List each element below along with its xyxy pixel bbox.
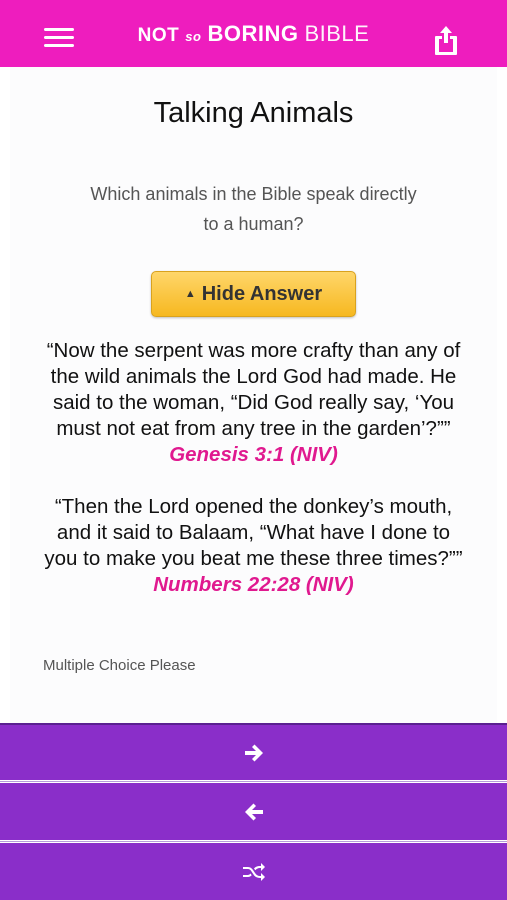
question-content: Talking Animals Which animals in the Bib… (0, 67, 507, 723)
caret-up-icon: ▲ (184, 288, 196, 300)
question-title: Talking Animals (153, 97, 354, 129)
answer-verse: “Now the serpent was more crafty than an… (40, 338, 467, 468)
verse-reference: Numbers 22:28 (NIV) (153, 573, 354, 596)
verse-reference: Genesis 3:1 (NIV) (169, 443, 338, 466)
app-header: Not so BORING BIBLE (0, 0, 507, 67)
brand-bible: BIBLE (304, 20, 370, 46)
next-question-button[interactable] (0, 723, 507, 780)
verse-quote: “Now the serpent was more crafty than an… (46, 339, 461, 440)
shuffle-icon (242, 862, 265, 881)
shuffle-button[interactable] (0, 843, 507, 900)
nav-divider (0, 841, 507, 842)
previous-question-button[interactable] (0, 783, 507, 840)
hide-answer-button[interactable]: ▲ Hide Answer (151, 271, 356, 317)
answer-verse: “Then the Lord opened the donkey’s mouth… (40, 494, 467, 598)
menu-button[interactable] (44, 28, 74, 50)
multiple-choice-link[interactable]: Multiple Choice Please (43, 657, 196, 674)
share-button[interactable] (433, 24, 459, 56)
arrow-right-icon (244, 744, 263, 761)
verse-quote: “Then the Lord opened the donkey’s mouth… (44, 495, 463, 570)
brand-so: so (185, 28, 202, 44)
hide-answer-label: Hide Answer (201, 282, 323, 305)
brand-boring: BORING (207, 20, 299, 46)
question-text: Which animals in the Bible speak directl… (90, 184, 417, 234)
hamburger-icon (44, 28, 74, 47)
arrow-left-icon (244, 803, 263, 820)
brand-not: Not (137, 24, 180, 46)
nav-divider (0, 781, 507, 782)
share-icon (435, 26, 457, 55)
app-logo: Not so BORING BIBLE (138, 21, 370, 47)
